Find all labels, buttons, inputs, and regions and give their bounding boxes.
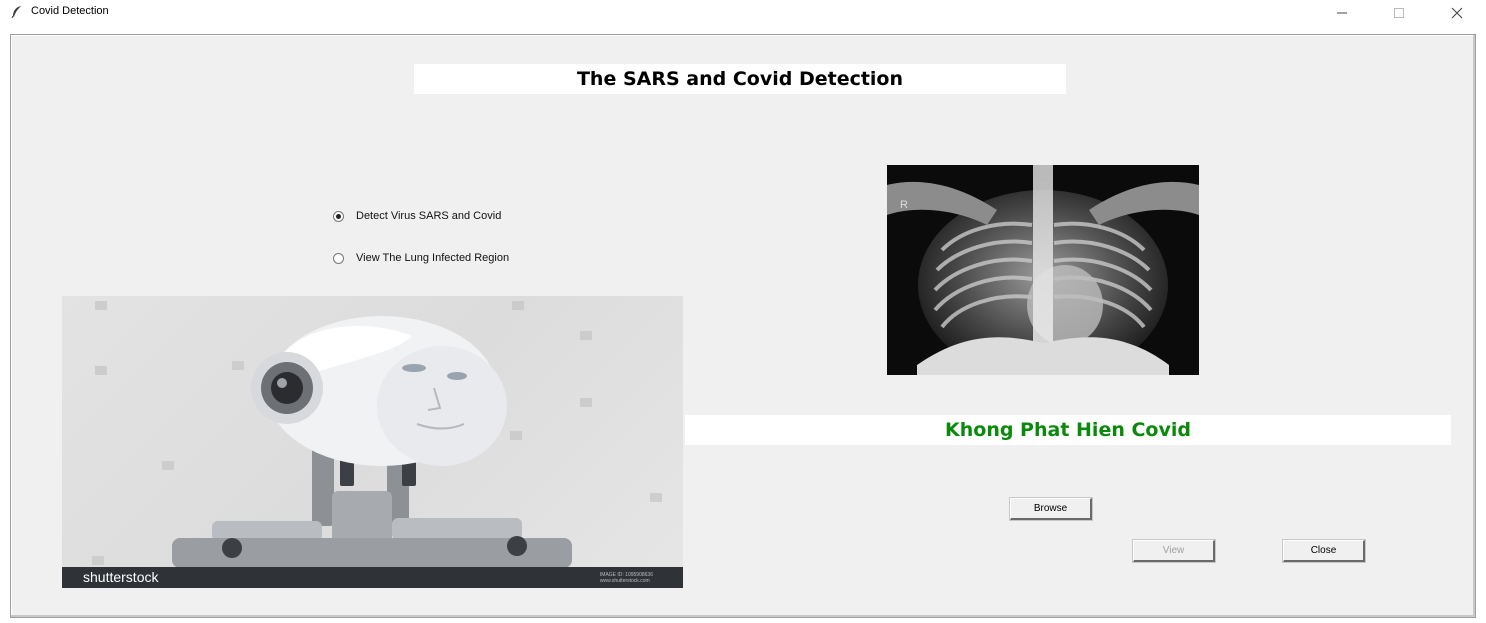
radio-view-infected-region[interactable]: View The Lung Infected Region — [333, 252, 509, 264]
watermark-brand: shutterstock — [83, 569, 159, 585]
title-bar: Covid Detection — [0, 0, 1486, 26]
feather-icon — [11, 6, 21, 19]
minimize-button[interactable] — [1319, 0, 1365, 26]
maximize-icon — [1394, 8, 1404, 18]
radio-detect-virus[interactable]: Detect Virus SARS and Covid — [333, 210, 501, 222]
browse-button[interactable]: Browse — [1010, 498, 1092, 520]
page-title: The SARS and Covid Detection — [414, 64, 1066, 94]
close-window-button[interactable] — [1434, 0, 1480, 26]
result-label: Khong Phat Hien Covid — [685, 415, 1451, 445]
radio-unchecked-icon[interactable] — [333, 252, 344, 264]
radio-label: View The Lung Infected Region — [356, 252, 510, 264]
robot-illustration — [62, 301, 683, 588]
image-site-text: www.shutterstock.com — [599, 578, 650, 584]
maximize-button[interactable] — [1376, 0, 1422, 26]
chest-xray-image: R — [887, 165, 1199, 375]
watermark-details: IMAGE ID: 1095908636 www.shutterstock.co… — [600, 572, 653, 584]
window-title: Covid Detection — [31, 5, 109, 17]
close-button[interactable]: Close — [1283, 540, 1365, 562]
radio-label: Detect Virus SARS and Covid — [356, 210, 502, 222]
result-text: Khong Phat Hien Covid — [945, 419, 1191, 441]
minimize-icon — [1337, 12, 1347, 14]
robot-image: shutterstock IMAGE ID: 1095908636 www.sh… — [62, 296, 683, 588]
xray-side-marker: R — [900, 199, 908, 211]
app-window: Covid Detection The SARS and Covid Detec… — [0, 0, 1486, 623]
radio-checked-icon[interactable] — [333, 210, 344, 222]
xray-illustration — [887, 165, 1199, 375]
close-icon — [1451, 7, 1463, 19]
view-button[interactable]: View — [1133, 540, 1215, 562]
